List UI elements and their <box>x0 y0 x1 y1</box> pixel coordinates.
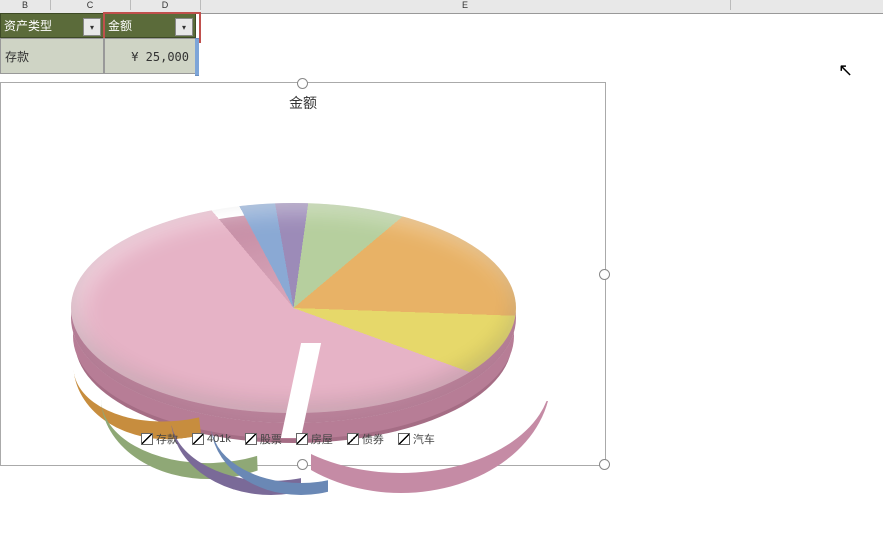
header-asset-type[interactable]: 资产类型 ▾ <box>0 13 104 38</box>
legend-swatch-icon <box>347 433 359 445</box>
legend-swatch-icon <box>192 433 204 445</box>
spreadsheet-column-headers: B C D E <box>0 0 883 14</box>
header-asset-type-label: 资产类型 <box>4 19 52 33</box>
header-amount-label: 金额 <box>108 19 132 33</box>
legend-swatch-icon <box>398 433 410 445</box>
col-header-b[interactable]: B <box>0 0 51 10</box>
resize-handle-bottom-right[interactable] <box>599 459 610 470</box>
cell-amount[interactable]: ¥ 25,000 <box>104 38 196 74</box>
col-header-d[interactable]: D <box>130 0 201 10</box>
resize-handle-top[interactable] <box>297 78 308 89</box>
chart-legend[interactable]: 存款 401k 股票 房屋 债券 汽车 <box>141 431 435 447</box>
pie-plot-area[interactable] <box>71 143 516 443</box>
legend-swatch-icon <box>245 433 257 445</box>
mouse-cursor-icon: ↖ <box>838 60 853 81</box>
legend-item-bond[interactable]: 债券 <box>347 431 384 447</box>
filter-dropdown-amount[interactable]: ▾ <box>175 18 193 36</box>
col-header-e[interactable]: E <box>200 0 731 10</box>
legend-swatch-icon <box>296 433 308 445</box>
legend-swatch-icon <box>141 433 153 445</box>
legend-item-deposit[interactable]: 存款 <box>141 431 178 447</box>
cell-asset-type[interactable]: 存款 <box>0 38 104 74</box>
legend-item-car[interactable]: 汽车 <box>398 431 435 447</box>
legend-item-stock[interactable]: 股票 <box>245 431 282 447</box>
adjacent-cell-edge <box>195 38 199 76</box>
pie-chart-object[interactable]: 金额 存款 401k 股票 房屋 债券 汽车 <box>0 82 606 466</box>
header-amount[interactable]: 金额 ▾ <box>104 13 196 38</box>
legend-item-401k[interactable]: 401k <box>192 431 231 447</box>
resize-handle-right[interactable] <box>599 269 610 280</box>
col-header-c[interactable]: C <box>50 0 131 10</box>
chart-title[interactable]: 金额 <box>1 93 605 113</box>
legend-item-house[interactable]: 房屋 <box>296 431 333 447</box>
filter-dropdown-asset-type[interactable]: ▾ <box>83 18 101 36</box>
